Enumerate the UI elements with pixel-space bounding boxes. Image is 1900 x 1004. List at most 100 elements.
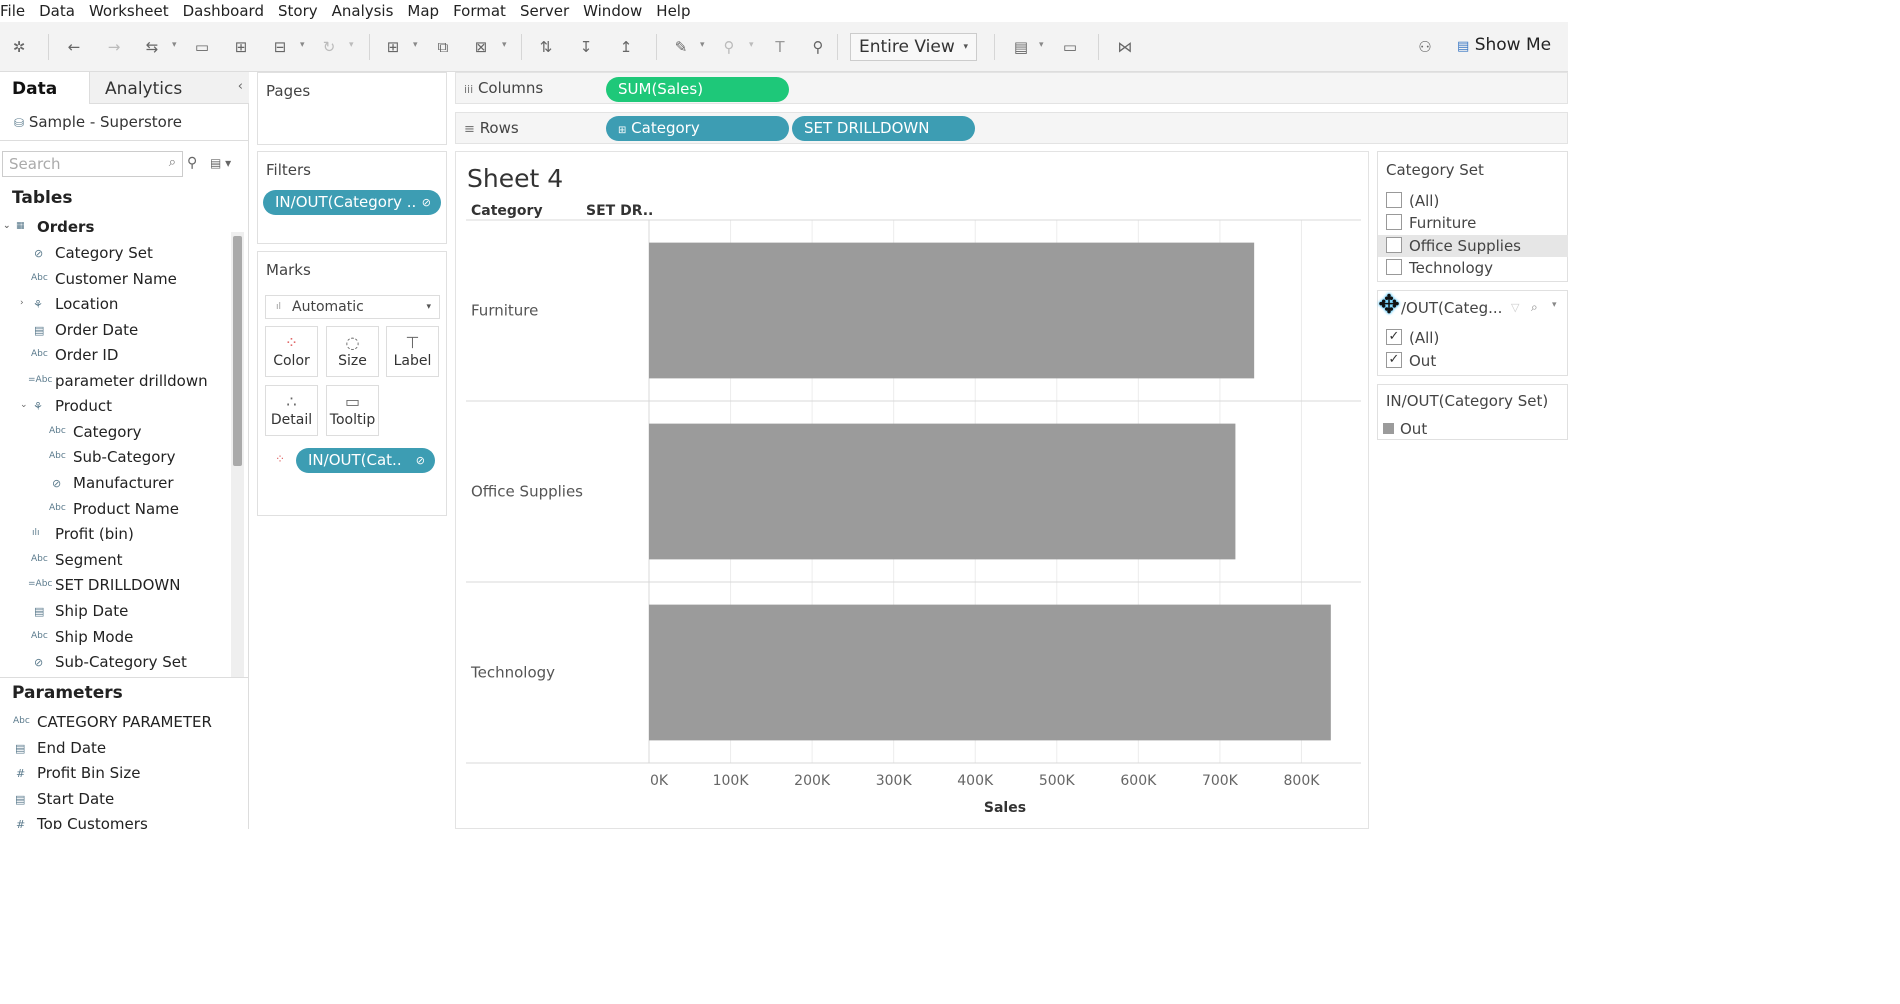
collapse-chevron-icon[interactable]: ⌄ xyxy=(20,400,28,410)
rows-pill-set-drilldown[interactable]: SET DRILLDOWN xyxy=(792,116,975,141)
menu-worksheet[interactable]: Worksheet xyxy=(89,0,176,22)
chevron-down-icon[interactable]: ▾ xyxy=(1552,300,1557,310)
redo-icon[interactable]: → xyxy=(103,36,125,58)
size-button[interactable]: ◌ Size xyxy=(326,326,379,377)
view-options-icon[interactable]: ▤ ▾ xyxy=(210,156,231,170)
sort-ascending-icon[interactable]: ↧ xyxy=(575,36,597,58)
rows-shelf[interactable]: ≡ Rows ⊞ Category SET DRILLDOWN xyxy=(455,112,1568,144)
checkbox-all[interactable] xyxy=(1386,192,1402,208)
bin-icon: ılı xyxy=(32,528,40,538)
tab-analytics-label: Analytics xyxy=(105,79,183,99)
new-worksheet-icon[interactable]: ⊞ xyxy=(382,36,404,58)
columns-shelf[interactable]: iii Columns SUM(Sales) xyxy=(455,72,1568,104)
show-labels-icon[interactable]: ▤ xyxy=(1010,36,1032,58)
table-orders-label: Orders xyxy=(37,218,95,236)
group-icon[interactable]: ⚲ xyxy=(718,36,740,58)
chevron-down-icon[interactable]: ▾ xyxy=(349,40,354,50)
presentation-icon[interactable]: ▭ xyxy=(1059,36,1081,58)
group-icon: ⊘ xyxy=(52,477,62,490)
tableau-logo-icon[interactable]: ✲ xyxy=(8,36,30,58)
checkbox-furniture[interactable] xyxy=(1386,214,1402,230)
filters-card[interactable]: Filters IN/OUT(Category .. ⊘ xyxy=(257,151,447,244)
chevron-down-icon[interactable]: ▾ xyxy=(172,40,177,50)
search-input[interactable]: Search ⌕ xyxy=(2,151,183,177)
marks-pill-inout[interactable]: IN/OUT(Cat.. ⊘ xyxy=(296,448,435,473)
label-label: Label xyxy=(393,353,432,369)
color-label: Color xyxy=(273,353,310,369)
label-icon[interactable]: T xyxy=(769,36,791,58)
tab-analytics[interactable]: Analytics ‹ xyxy=(89,72,249,104)
bar-furniture[interactable] xyxy=(649,242,1255,379)
tab-data[interactable]: Data xyxy=(0,72,89,104)
new-datasource-icon[interactable]: ⊞ xyxy=(230,36,252,58)
columns-pill-sum-sales[interactable]: SUM(Sales) xyxy=(606,77,789,102)
search-icon[interactable]: ⌕ xyxy=(1531,300,1538,315)
expand-chevron-icon[interactable]: › xyxy=(20,298,24,308)
checkbox-office-supplies[interactable] xyxy=(1386,237,1402,253)
chevron-down-icon[interactable]: ▾ xyxy=(413,40,418,50)
tooltip-button[interactable]: ▭ Tooltip xyxy=(326,385,379,436)
refresh-icon[interactable]: ↻ xyxy=(318,36,340,58)
chevron-down-icon[interactable]: ▾ xyxy=(749,40,754,50)
swap-icon[interactable]: ⇅ xyxy=(535,36,557,58)
color-button[interactable]: ⁘ Color xyxy=(265,326,318,377)
filter-pill-inout[interactable]: IN/OUT(Category .. ⊘ xyxy=(263,190,441,215)
field-label: Sub-Category xyxy=(73,448,176,466)
string-icon: Abc xyxy=(49,451,66,461)
bar-chart-icon: ıl xyxy=(276,302,282,312)
bar-technology[interactable] xyxy=(649,604,1331,741)
checkbox-out[interactable]: ✓ xyxy=(1386,352,1402,368)
clear-sheet-icon[interactable]: ⊠ xyxy=(470,36,492,58)
checkbox-all[interactable]: ✓ xyxy=(1386,329,1402,345)
color-icon: ⁘ xyxy=(275,452,286,466)
detail-button[interactable]: ∴ Detail xyxy=(265,385,318,436)
pages-card[interactable]: Pages xyxy=(257,72,447,145)
rows-pill-category[interactable]: ⊞ Category xyxy=(606,116,789,141)
menu-window[interactable]: Window xyxy=(583,0,649,22)
scrollbar-thumb[interactable] xyxy=(233,236,242,466)
menu-file[interactable]: File xyxy=(0,0,32,22)
chevron-down-icon[interactable]: ▾ xyxy=(502,40,507,50)
duplicate-icon[interactable]: ⧉ xyxy=(432,36,454,58)
x-tick-label: 300K xyxy=(876,773,913,789)
menu-story[interactable]: Story xyxy=(278,0,325,22)
bar-office-supplies[interactable] xyxy=(649,423,1236,560)
string-icon: Abc xyxy=(31,554,48,564)
highlight-icon[interactable]: ✎ xyxy=(670,36,692,58)
sort-descending-icon[interactable]: ↥ xyxy=(615,36,637,58)
undo-icon[interactable]: ← xyxy=(63,36,85,58)
pause-updates-icon[interactable]: ⊟ xyxy=(269,36,291,58)
field-label: parameter drilldown xyxy=(55,372,208,390)
binoculars-icon[interactable]: ⚇ xyxy=(1414,36,1436,58)
menu-analysis[interactable]: Analysis xyxy=(332,0,401,22)
fit-dropdown[interactable]: Entire View ▾ xyxy=(850,33,977,61)
legend-item-out[interactable]: Out xyxy=(1400,420,1427,438)
menu-map[interactable]: Map xyxy=(407,0,446,22)
label-button[interactable]: ⊤ Label xyxy=(386,326,439,377)
chevron-down-icon[interactable]: ▾ xyxy=(1039,40,1044,50)
menu-dashboard[interactable]: Dashboard xyxy=(183,0,271,22)
funnel-icon[interactable]: ▽ xyxy=(1511,301,1519,314)
rows-icon: ≡ xyxy=(464,122,475,137)
replay-icon[interactable]: ⇆ xyxy=(141,36,163,58)
menu-help[interactable]: Help xyxy=(656,0,697,22)
x-tick-label: 600K xyxy=(1120,773,1157,789)
chevron-down-icon[interactable]: ▾ xyxy=(300,40,305,50)
checkbox-technology[interactable] xyxy=(1386,259,1402,275)
menu-server[interactable]: Server xyxy=(520,0,576,22)
save-icon[interactable]: ▭ xyxy=(191,36,213,58)
menu-data[interactable]: Data xyxy=(39,0,82,22)
filter-icon[interactable]: ⚲ xyxy=(187,155,197,171)
string-icon: Abc xyxy=(31,273,48,283)
datasource-item[interactable]: ⛁ Sample - Superstore xyxy=(0,104,249,141)
show-me-button[interactable]: ▤ Show Me xyxy=(1457,35,1551,55)
pin-icon[interactable]: ⚲ xyxy=(807,36,829,58)
menu-format[interactable]: Format xyxy=(453,0,513,22)
x-tick-label: 100K xyxy=(713,773,750,789)
collapse-chevron-icon[interactable]: ⌄ xyxy=(3,221,11,231)
collapse-icon[interactable]: ‹ xyxy=(238,79,243,94)
mark-type-dropdown[interactable]: ıl Automatic ▾ xyxy=(265,295,440,319)
share-icon[interactable]: ⋈ xyxy=(1114,36,1136,58)
date-param-icon: ▤ xyxy=(15,793,26,806)
chevron-down-icon[interactable]: ▾ xyxy=(700,40,705,50)
